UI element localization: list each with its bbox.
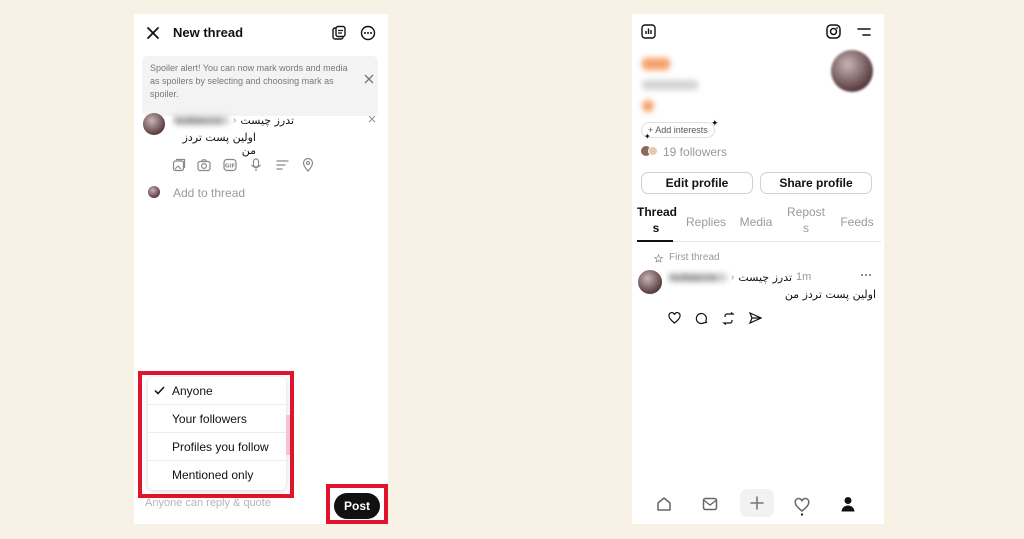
active-tab-indicator [637,240,673,242]
post-body[interactable]: اولین پست تردز من [782,288,876,301]
tabs-divider [673,241,881,242]
bottom-nav [632,486,884,524]
follower-avatars [641,146,661,158]
topic-separator: › [233,114,237,126]
tab-media[interactable]: Media [736,214,776,230]
handle [642,80,698,90]
post-header: hedfaterne › تدرز چیست 1m [669,270,849,284]
edit-profile-button[interactable]: Edit profile [641,172,753,194]
instagram-icon[interactable] [826,24,841,39]
like-icon[interactable] [668,312,681,324]
profile-screen: + Add interests ✦ ✦ 19 followers Edit pr… [632,14,884,524]
option-label: Anyone [172,384,213,398]
post-topic[interactable]: تدرز چیست [738,271,792,284]
repost-icon[interactable] [722,312,735,325]
composer-header: hedfaterne › تدرز چیست [174,113,374,127]
option-your-followers[interactable]: Your followers [148,405,286,433]
pinned-label: First thread [669,252,720,263]
menu-icon[interactable] [857,27,871,37]
post-time: 1m [796,271,812,283]
display-name [642,58,670,70]
topic-tag[interactable]: تدرز چیست [240,114,294,127]
dismiss-banner-icon[interactable] [364,74,374,84]
post-avatar[interactable] [638,270,662,294]
checkmark-icon [154,386,165,395]
poll-icon[interactable] [276,159,289,171]
comment-icon[interactable] [695,312,708,325]
sparkle-icon: ✦ [644,132,651,141]
drafts-icon[interactable] [331,25,347,41]
tab-reposts[interactable]: Repost s [786,204,826,236]
profile-avatar[interactable] [831,50,873,92]
share-icon[interactable] [749,312,762,324]
add-to-thread[interactable]: Add to thread [173,186,245,200]
close-icon[interactable] [146,26,160,40]
menu-scrollbar [286,415,290,455]
option-mentioned-only[interactable]: Mentioned only [148,461,286,490]
inbox-icon[interactable] [702,497,718,511]
option-label: Profiles you follow [172,440,269,454]
spoiler-banner: Spoiler alert! You can now mark words an… [142,56,378,116]
avatar [143,113,165,135]
insights-icon[interactable] [641,24,656,39]
gallery-icon[interactable] [172,158,186,172]
post-button[interactable]: Post [334,493,380,519]
profile-icon[interactable] [841,496,855,512]
tab-replies[interactable]: Replies [685,214,727,230]
reply-options-menu: Anyone Your followers Profiles you follo… [148,377,286,490]
reply-options-highlight: Anyone Your followers Profiles you follo… [138,371,294,498]
plus-icon [750,496,764,510]
location-icon[interactable] [302,158,314,172]
tab-feeds[interactable]: Feeds [837,214,877,230]
post-more-icon[interactable] [860,273,872,277]
spoiler-text: Spoiler alert! You can now mark words an… [150,63,348,99]
option-profiles-you-follow[interactable]: Profiles you follow [148,433,286,461]
camera-icon[interactable] [197,158,211,172]
option-label: Your followers [172,412,247,426]
small-avatar [148,186,160,198]
gif-icon[interactable]: GIF [223,158,237,172]
badge-emoji [642,100,654,112]
reply-permission-hint[interactable]: Anyone can reply & quote [145,497,271,509]
tab-threads[interactable]: Thread s [637,204,677,236]
page-title: New thread [173,25,244,40]
sparkle-icon: ✦ [711,118,719,128]
star-icon [654,254,663,263]
post-text[interactable]: اولین پست تردز من [174,131,256,157]
activity-icon[interactable] [794,497,810,516]
remove-post-icon[interactable] [368,115,376,123]
option-label: Mentioned only [172,468,254,482]
svg-text:GIF: GIF [225,164,236,170]
share-profile-button[interactable]: Share profile [760,172,872,194]
microphone-icon[interactable] [250,158,262,172]
option-anyone[interactable]: Anyone [148,377,286,405]
more-options-icon[interactable] [360,25,376,41]
compose-screen: New thread Spoiler alert! You can now ma… [134,14,388,524]
followers-count[interactable]: 19 followers [663,145,727,159]
post-button-highlight: Post [326,484,388,524]
home-icon[interactable] [656,496,672,512]
topic-separator: › [731,271,735,283]
add-interests-chip[interactable]: + Add interests [641,122,715,138]
username: hedfaterne [174,115,229,127]
create-button[interactable] [740,489,774,517]
post-username[interactable]: hedfaterne [669,272,727,284]
